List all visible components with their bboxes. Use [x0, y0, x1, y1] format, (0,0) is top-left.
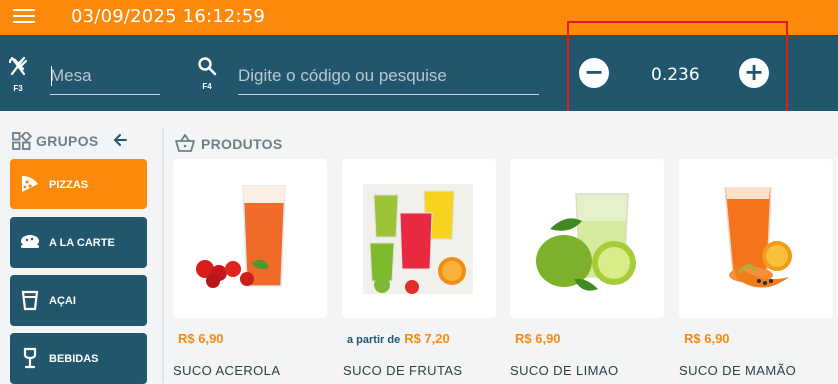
product-price: a partir de R$ 7,20: [347, 331, 450, 346]
cup-icon: [21, 290, 39, 311]
product-price: R$ 6,90: [515, 331, 561, 346]
products-header: PRODUTOS: [174, 133, 283, 152]
increase-quantity-button[interactable]: +: [739, 58, 769, 88]
decrease-quantity-button[interactable]: −: [579, 58, 609, 88]
group-label: A LA CARTE: [49, 237, 115, 249]
wine-glass-icon: [23, 347, 37, 369]
table-field[interactable]: Mesa: [50, 66, 160, 95]
collapse-groups-button[interactable]: [112, 132, 128, 153]
product-name: SUCO DE FRUTAS: [343, 363, 463, 378]
dish-icon: [21, 235, 39, 248]
quantity-value: 0.236: [651, 65, 700, 85]
group-acai[interactable]: AÇAI: [10, 275, 147, 326]
groups-header: GRUPOS: [12, 130, 99, 150]
group-pizzas[interactable]: PIZZAS: [10, 159, 147, 209]
search-icon: [198, 57, 217, 76]
product-card-frutas[interactable]: [342, 159, 496, 318]
hamburger-icon[interactable]: [13, 9, 35, 25]
product-price: R$ 6,90: [178, 331, 224, 346]
price-prefix: a partir de: [347, 334, 401, 346]
product-name: SUCO DE LIMAO: [510, 363, 619, 378]
product-card-limao[interactable]: [510, 159, 664, 318]
product-name: SUCO DE MAMÃO: [679, 363, 797, 378]
groups-title: GRUPOS: [36, 133, 99, 149]
group-label: BEBIDAS: [49, 353, 99, 365]
product-search-input[interactable]: Digite o código ou pesquise: [238, 66, 539, 95]
text-caret: [51, 66, 52, 86]
arrow-left-icon: [114, 134, 127, 146]
sidebar-divider: [162, 128, 164, 383]
product-card-mamao[interactable]: [679, 159, 833, 318]
group-label: PIZZAS: [49, 179, 89, 191]
table-shortcut[interactable]: F3: [7, 56, 29, 93]
f3-label: F3: [13, 84, 23, 93]
group-a-la-carte[interactable]: A LA CARTE: [10, 217, 147, 268]
papaya-juice-image: [724, 187, 792, 288]
acerola-juice-image: [196, 185, 286, 288]
group-label: AÇAI: [49, 295, 76, 307]
pizza-icon: [22, 176, 38, 192]
product-shortcut[interactable]: F4: [196, 56, 218, 91]
product-card-acerola[interactable]: [173, 159, 327, 318]
f4-label: F4: [202, 82, 212, 91]
grid-icon: [12, 130, 33, 150]
products-title: PRODUTOS: [201, 136, 283, 152]
product-name: SUCO ACEROLA: [173, 363, 281, 378]
fruit-juices-image: [363, 184, 473, 294]
lime-juice-image: [536, 193, 636, 291]
datetime-display: 03/09/2025 16:12:59: [71, 6, 266, 27]
basket-icon: [175, 133, 195, 152]
cutlery-icon: [8, 56, 28, 76]
group-bebidas[interactable]: BEBIDAS: [10, 333, 147, 384]
product-price: R$ 6,90: [684, 331, 730, 346]
